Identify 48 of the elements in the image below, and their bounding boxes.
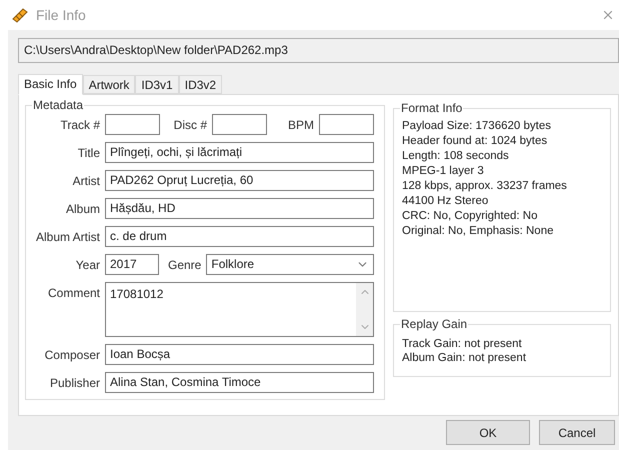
- dialog-button[interactable]: Cancel: [539, 420, 615, 445]
- field-label: Composer: [44, 346, 100, 364]
- scrollbar[interactable]: [356, 283, 373, 336]
- dialog-button[interactable]: OK: [446, 420, 530, 445]
- path-field[interactable]: C:\Users\Andra\Desktop\New folder\PAD262.mp3: [18, 38, 619, 63]
- tab[interactable]: Artwork: [82, 75, 136, 94]
- number-field[interactable]: [212, 114, 267, 135]
- field-label: Disc #: [174, 116, 207, 134]
- number-field[interactable]: [105, 114, 160, 135]
- text-field[interactable]: Hășdău, HD: [105, 198, 374, 219]
- text-field[interactable]: PAD262 Opruț Lucreția, 60: [105, 170, 374, 191]
- field-label: Comment: [48, 285, 100, 302]
- info-line: Length: 108 seconds: [402, 149, 510, 164]
- tab[interactable]: Basic Info: [18, 74, 83, 95]
- field-label: Genre: [168, 256, 202, 274]
- info-line: Original: No, Emphasis: None: [402, 224, 554, 239]
- text-field[interactable]: Alina Stan, Cosmina Timoce: [105, 372, 374, 393]
- info-line: CRC: No, Copyrighted: No: [402, 209, 538, 224]
- group-title: Format Info: [400, 101, 464, 115]
- field-label: Artist: [72, 172, 100, 190]
- field-label: Publisher: [50, 374, 100, 392]
- field-label: Album: [66, 200, 100, 218]
- info-line: MPEG-1 layer 3: [402, 164, 485, 179]
- year-field[interactable]: 2017: [105, 254, 159, 275]
- info-line: 44100 Hz Stereo: [402, 194, 490, 209]
- group-title: Replay Gain: [400, 317, 468, 331]
- text-field[interactable]: c. de drum: [105, 226, 374, 247]
- close-icon[interactable]: [601, 8, 615, 22]
- window-title: File Info: [36, 6, 86, 24]
- comment-field[interactable]: 17081012: [105, 282, 374, 337]
- tab[interactable]: ID3v2: [178, 75, 222, 94]
- app-icon: [10, 6, 30, 24]
- text-field[interactable]: Plîngeți, ochi, și lăcrimați: [105, 142, 374, 163]
- text-field[interactable]: Ioan Bocșa: [105, 344, 374, 365]
- info-line: Album Gain: not present: [402, 351, 528, 365]
- field-label: BPM: [288, 116, 314, 134]
- group-title: Metadata: [32, 98, 84, 112]
- field-label: Album Artist: [36, 228, 100, 246]
- info-line: Header found at: 1024 bytes: [402, 134, 548, 149]
- info-line: Payload Size: 1736620 bytes: [402, 119, 552, 134]
- number-field[interactable]: [319, 114, 374, 135]
- field-label: Track #: [60, 116, 100, 134]
- info-line: Track Gain: not present: [402, 337, 523, 351]
- tab[interactable]: ID3v1: [135, 75, 179, 94]
- field-label: Title: [78, 144, 100, 162]
- field-label: Year: [76, 256, 100, 274]
- info-line: 128 kbps, approx. 33237 frames: [402, 179, 568, 194]
- genre-dropdown[interactable]: Folklore: [206, 254, 374, 275]
